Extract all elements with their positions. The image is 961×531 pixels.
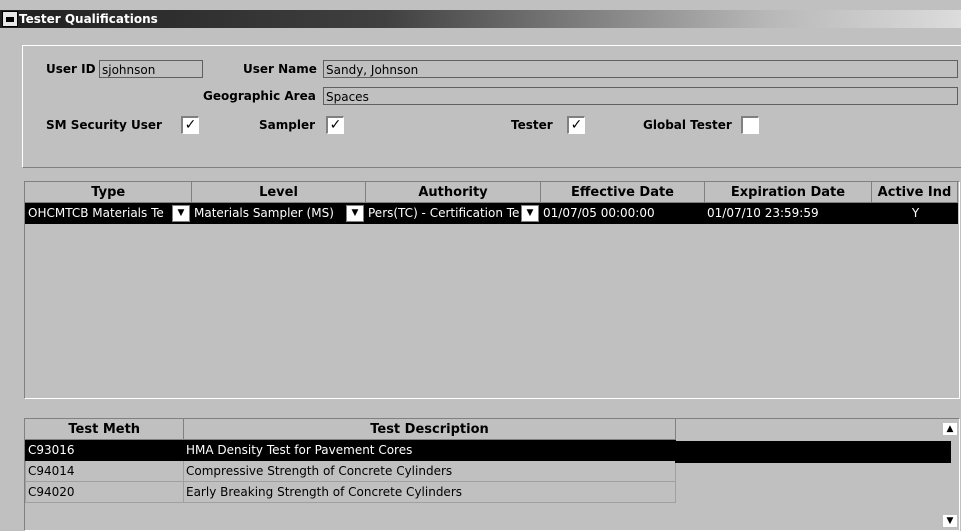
table-row[interactable]: OHCMTCB Materials Te ▼ Materials Sampler… (25, 202, 958, 224)
chevron-down-icon[interactable]: ▼ (346, 205, 364, 222)
authority-value: Pers(TC) - Certification Te (368, 206, 520, 220)
selected-row-extension (675, 441, 951, 463)
geographic-area-field[interactable]: Spaces (323, 87, 958, 105)
test-methods-grid: Test Meth Test Description C93016 HMA De… (24, 418, 960, 531)
scroll-up-icon[interactable]: ▲ (943, 423, 957, 435)
scroll-down-icon[interactable]: ▼ (943, 515, 957, 527)
chevron-down-icon[interactable]: ▼ (172, 205, 190, 222)
level-value: Materials Sampler (MS) (194, 206, 334, 220)
active-ind-cell[interactable]: Y (871, 202, 958, 224)
type-cell[interactable]: OHCMTCB Materials Te ▼ (25, 202, 192, 224)
user-name-label: User Name (243, 62, 317, 76)
test-meth-cell[interactable]: C94020 (25, 481, 184, 503)
col-header-authority[interactable]: Authority (365, 182, 541, 203)
global-tester-checkbox[interactable] (741, 116, 759, 134)
table-row[interactable]: C94014 Compressive Strength of Concrete … (25, 460, 676, 482)
checkmark-icon: ✓ (184, 117, 197, 133)
col-header-test-meth[interactable]: Test Meth (25, 419, 184, 440)
global-tester-label: Global Tester (643, 118, 732, 132)
app-icon (2, 11, 18, 27)
authority-cell[interactable]: Pers(TC) - Certification Te ▼ (365, 202, 541, 224)
geographic-area-label: Geographic Area (203, 89, 316, 103)
tester-label: Tester (511, 118, 553, 132)
qualifications-grid: Type Level Authority Effective Date Expi… (24, 181, 960, 399)
table-row[interactable]: C94020 Early Breaking Strength of Concre… (25, 481, 676, 503)
test-meth-cell[interactable]: C93016 (25, 439, 184, 461)
col-header-test-description[interactable]: Test Description (183, 419, 676, 440)
user-info-panel: User ID sjohnson User Name Sandy, Johnso… (22, 45, 961, 168)
tester-checkbox[interactable]: ✓ (567, 116, 585, 134)
type-value: OHCMTCB Materials Te (28, 206, 164, 220)
qualifications-table: Type Level Authority Effective Date Expi… (25, 182, 958, 224)
level-cell[interactable]: Materials Sampler (MS) ▼ (191, 202, 366, 224)
expiration-date-cell[interactable]: 01/07/10 23:59:59 (704, 202, 872, 224)
user-id-label: User ID (46, 62, 96, 76)
window-title: Tester Qualifications (19, 12, 158, 26)
table-row[interactable]: C93016 HMA Density Test for Pavement Cor… (25, 439, 676, 461)
chevron-down-icon[interactable]: ▼ (521, 205, 539, 222)
effective-date-cell[interactable]: 01/07/05 00:00:00 (540, 202, 705, 224)
test-methods-table: Test Meth Test Description C93016 HMA De… (25, 419, 676, 503)
title-bar: Tester Qualifications (0, 0, 961, 28)
sampler-label: Sampler (259, 118, 316, 132)
test-meth-cell[interactable]: C94014 (25, 460, 184, 482)
col-header-active-ind[interactable]: Active Ind (871, 182, 958, 203)
test-description-cell[interactable]: HMA Density Test for Pavement Cores (183, 439, 676, 461)
col-header-expiration-date[interactable]: Expiration Date (704, 182, 872, 203)
col-header-effective-date[interactable]: Effective Date (540, 182, 705, 203)
checkmark-icon: ✓ (329, 117, 342, 133)
test-description-cell[interactable]: Early Breaking Strength of Concrete Cyli… (183, 481, 676, 503)
test-description-cell[interactable]: Compressive Strength of Concrete Cylinde… (183, 460, 676, 482)
user-id-field[interactable]: sjohnson (99, 60, 203, 78)
user-name-field[interactable]: Sandy, Johnson (323, 60, 958, 78)
sm-security-user-checkbox[interactable]: ✓ (181, 116, 199, 134)
col-header-type[interactable]: Type (25, 182, 192, 203)
sampler-checkbox[interactable]: ✓ (326, 116, 344, 134)
sm-security-user-label: SM Security User (46, 118, 162, 132)
col-header-level[interactable]: Level (191, 182, 366, 203)
qualifications-header-row: Type Level Authority Effective Date Expi… (25, 182, 958, 203)
test-methods-header-row: Test Meth Test Description (25, 419, 676, 440)
checkmark-icon: ✓ (570, 117, 583, 133)
